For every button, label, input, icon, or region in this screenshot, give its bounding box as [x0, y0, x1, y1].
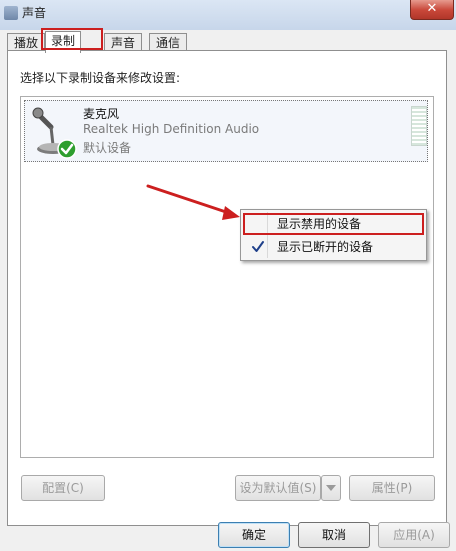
- device-list[interactable]: 麦克风 Realtek High Definition Audio 默认设备: [20, 96, 434, 458]
- green-check-icon: [57, 139, 77, 159]
- menu-item-show-disabled[interactable]: 显示禁用的设备: [243, 213, 424, 235]
- menu-item-show-disconnected[interactable]: 显示已断开的设备: [243, 236, 424, 258]
- speaker-icon: [4, 6, 18, 20]
- window-title: 声音: [22, 6, 47, 20]
- ok-button[interactable]: 确定: [218, 522, 290, 548]
- microphone-icon: [32, 107, 77, 159]
- chevron-down-icon: [326, 485, 336, 491]
- title-bar: 声音 ✕: [0, 0, 456, 30]
- tab-panel: 选择以下录制设备来修改设置: 麦克风 Realtek High Definiti…: [7, 50, 447, 526]
- checkmark-icon: [252, 241, 264, 252]
- level-meter: [411, 106, 427, 146]
- instruction-text: 选择以下录制设备来修改设置:: [20, 71, 181, 85]
- device-status: 默认设备: [83, 141, 132, 155]
- apply-button[interactable]: 应用(A): [378, 522, 450, 548]
- device-item-microphone[interactable]: 麦克风 Realtek High Definition Audio 默认设备: [24, 100, 428, 162]
- close-button[interactable]: ✕: [410, 0, 454, 20]
- cancel-button[interactable]: 取消: [298, 522, 370, 548]
- tab-highlight-box: [41, 28, 103, 50]
- device-driver: Realtek High Definition Audio: [83, 122, 260, 136]
- configure-button[interactable]: 配置(C): [21, 475, 105, 501]
- context-menu: 显示禁用的设备 显示已断开的设备: [240, 209, 427, 261]
- sound-dialog: 播放 录制 声音 通信 选择以下录制设备来修改设置: 麦克风 Realtek H…: [0, 28, 456, 551]
- device-name: 麦克风: [83, 107, 120, 121]
- menu-item-label: 显示已断开的设备: [277, 240, 374, 254]
- properties-button[interactable]: 属性(P): [349, 475, 435, 501]
- set-default-button[interactable]: 设为默认值(S): [235, 475, 321, 501]
- set-default-dropdown[interactable]: [321, 475, 341, 501]
